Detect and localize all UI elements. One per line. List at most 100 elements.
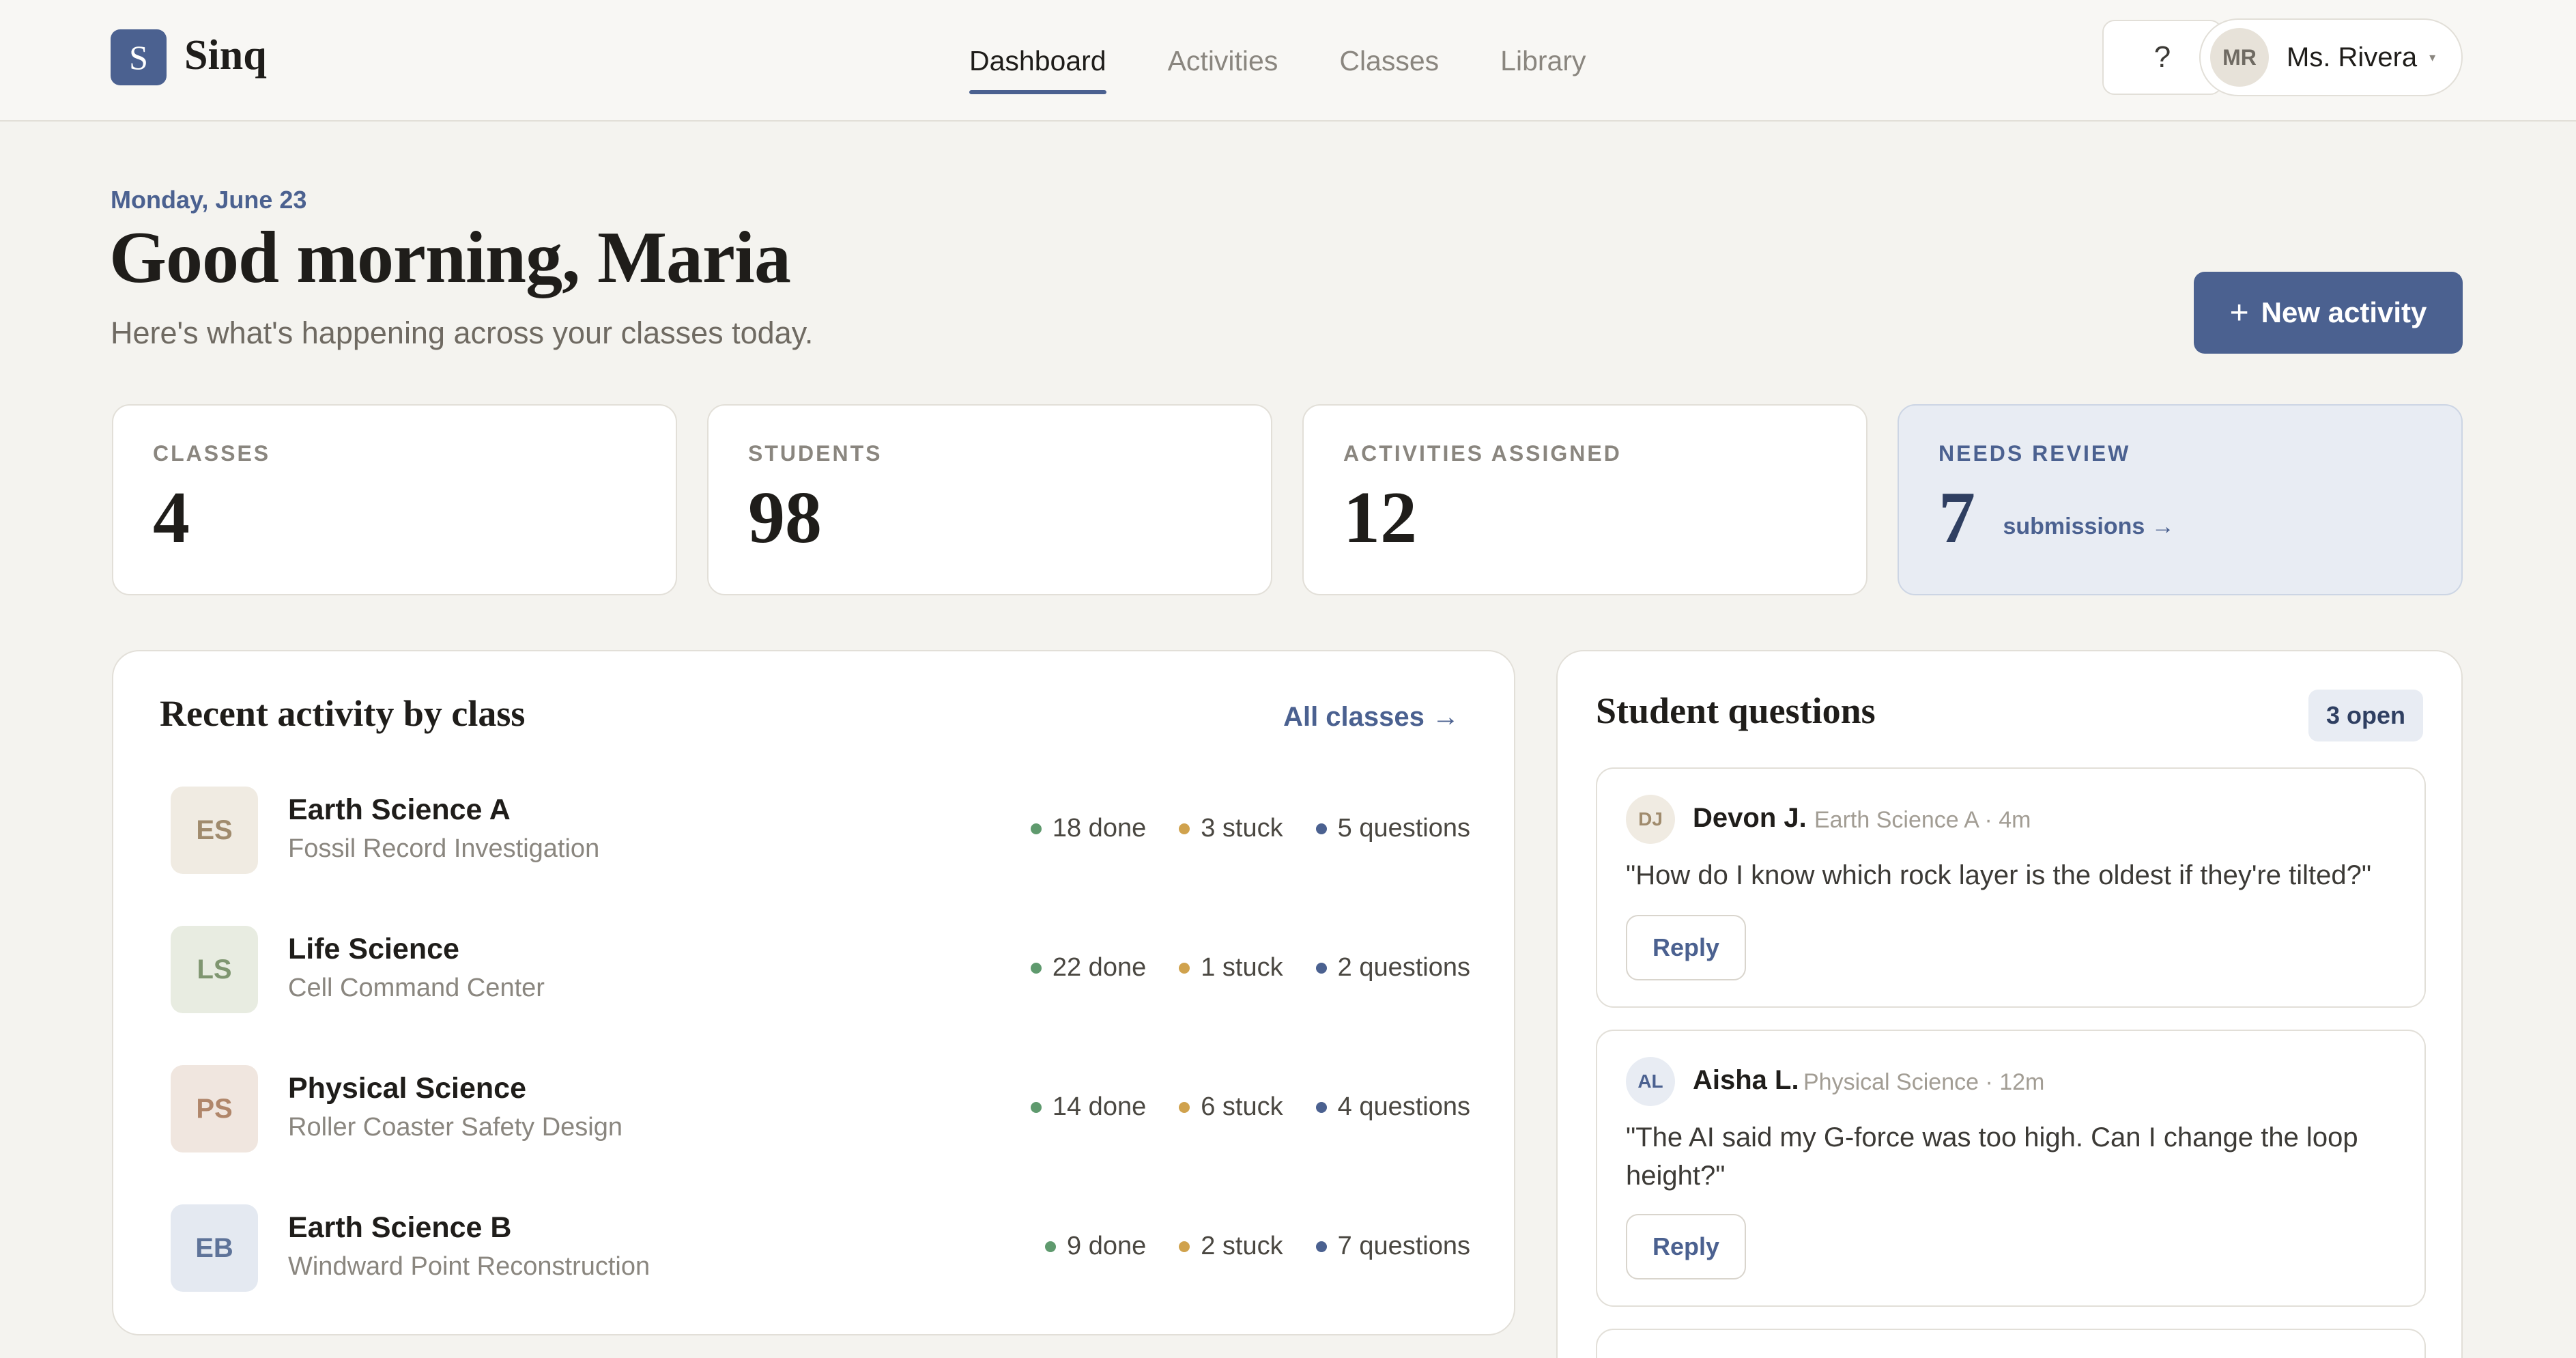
questions-dot-icon [1315, 1241, 1327, 1252]
avatar: DJ [1626, 795, 1675, 844]
nav-activities[interactable]: Activities [1168, 0, 1278, 122]
questions-dot-icon [1315, 962, 1327, 974]
done-dot-icon [1045, 1241, 1056, 1252]
class-row[interactable]: PS Physical Science Roller Coaster Safety … [171, 1065, 1470, 1154]
class-name: Physical Science [288, 1072, 526, 1105]
class-row[interactable]: LS Life Science Cell Command Center 22 done… [171, 926, 1470, 1015]
question-card: AL Aisha L. Physical Science · 12m "The … [1596, 1030, 2426, 1307]
questions-count: 5 questions [1315, 814, 1470, 843]
recent-activity-panel: Recent activity by class All classes → E… [112, 650, 1515, 1335]
stuck-dot-icon [1179, 1101, 1190, 1113]
question-meta: Earth Science A · 4m [1814, 807, 2031, 833]
class-name: Earth Science B [288, 1211, 512, 1244]
questions-label: 4 questions [1337, 1092, 1470, 1121]
done-dot-icon [1030, 823, 1042, 834]
class-activity-name: Fossil Record Investigation [288, 834, 600, 863]
done-count: 9 done [1045, 1232, 1146, 1261]
stat-label: ACTIVITIES ASSIGNED [1343, 441, 1622, 466]
new-activity-label: New activity [2261, 296, 2427, 328]
student-questions-panel: Student questions 3 open DJ Devon J. Ear… [1556, 650, 2463, 1358]
class-activity-name: Windward Point Reconstruction [288, 1252, 650, 1281]
stat-value: 7 [1938, 477, 1975, 558]
submissions-link[interactable]: submissions → [2003, 513, 2174, 540]
date-label: Monday, June 23 [111, 186, 307, 214]
class-initials-badge: PS [171, 1065, 258, 1152]
class-stats: 22 done 1 stuck 2 questions [1030, 953, 1470, 982]
app-name[interactable]: Sinq [184, 27, 267, 83]
main-nav: Dashboard Activities Classes Library [969, 0, 1586, 122]
done-label: 18 done [1052, 814, 1147, 843]
questions-count: 2 questions [1315, 953, 1470, 982]
question-meta: Physical Science · 12m [1803, 1069, 2045, 1095]
student-name: Devon J. [1693, 803, 1807, 833]
class-row[interactable]: EB Earth Science B Windward Point Reconstr… [171, 1204, 1470, 1293]
done-count: 14 done [1030, 1092, 1147, 1122]
open-count-badge: 3 open [2308, 690, 2423, 741]
question-card-partial [1596, 1329, 2426, 1358]
questions-label: 2 questions [1337, 953, 1470, 982]
stuck-count: 2 stuck [1179, 1232, 1283, 1261]
plus-icon: + [2229, 294, 2249, 331]
top-bar: S Sinq Dashboard Activities Classes Libr… [0, 0, 2576, 122]
avatar: AL [1626, 1057, 1675, 1106]
reply-button[interactable]: Reply [1626, 1214, 1746, 1279]
done-label: 9 done [1067, 1232, 1147, 1260]
stuck-dot-icon [1179, 962, 1190, 974]
panel-title: Recent activity by class [160, 693, 526, 734]
class-initials-badge: EB [171, 1204, 258, 1292]
stuck-label: 1 stuck [1201, 953, 1283, 982]
page-subtitle: Here's what's happening across your clas… [111, 315, 814, 350]
chevron-down-icon: ▾ [2429, 50, 2436, 64]
stuck-dot-icon [1179, 1241, 1190, 1252]
nav-dashboard[interactable]: Dashboard [969, 0, 1106, 122]
stat-value: 12 [1343, 477, 1417, 558]
user-menu-button[interactable]: MR Ms. Rivera ▾ [2199, 18, 2463, 96]
question-text: "The AI said my G-force was too high. Ca… [1626, 1122, 2358, 1191]
done-dot-icon [1030, 962, 1042, 974]
stat-value: 98 [748, 477, 822, 558]
done-dot-icon [1030, 1101, 1042, 1113]
question-text: "How do I know which rock layer is the o… [1626, 860, 2372, 890]
stuck-label: 2 stuck [1201, 1232, 1283, 1260]
all-classes-link[interactable]: All classes → [1283, 702, 1459, 733]
stat-card-classes: CLASSES 4 [112, 404, 677, 595]
class-stats: 14 done 6 stuck 4 questions [1030, 1092, 1470, 1122]
questions-dot-icon [1315, 823, 1327, 834]
stuck-label: 6 stuck [1201, 1092, 1283, 1121]
class-initials-badge: LS [171, 926, 258, 1013]
stat-label: CLASSES [153, 441, 271, 466]
stuck-count: 3 stuck [1179, 814, 1283, 843]
questions-label: 7 questions [1337, 1232, 1470, 1260]
class-initials-badge: ES [171, 787, 258, 874]
stat-value: 4 [153, 477, 190, 558]
questions-count: 4 questions [1315, 1092, 1470, 1122]
done-count: 18 done [1030, 814, 1147, 843]
class-row[interactable]: ES Earth Science A Fossil Record Investiga… [171, 787, 1470, 875]
logo-mark[interactable]: S [111, 29, 167, 85]
class-stats: 18 done 3 stuck 5 questions [1030, 814, 1470, 843]
stuck-dot-icon [1179, 823, 1190, 834]
class-name: Earth Science A [288, 793, 511, 826]
done-label: 22 done [1052, 953, 1147, 982]
panel-title: Student questions [1596, 690, 1876, 731]
class-name: Life Science [288, 933, 459, 965]
done-label: 14 done [1052, 1092, 1147, 1121]
stat-card-needs-review[interactable]: NEEDS REVIEW 7 submissions → [1898, 404, 2463, 595]
help-icon: ? [2153, 40, 2171, 74]
questions-label: 5 questions [1337, 814, 1470, 843]
question-card: DJ Devon J. Earth Science A · 4m "How do… [1596, 767, 2426, 1008]
questions-dot-icon [1315, 1101, 1327, 1113]
user-name: Ms. Rivera [2287, 42, 2418, 72]
stuck-count: 6 stuck [1179, 1092, 1283, 1122]
student-name: Aisha L. [1693, 1065, 1799, 1095]
class-activity-name: Roller Coaster Safety Design [288, 1113, 622, 1142]
stat-card-students: STUDENTS 98 [707, 404, 1272, 595]
done-count: 22 done [1030, 953, 1147, 982]
nav-library[interactable]: Library [1500, 0, 1586, 122]
page-title: Good morning, Maria [109, 217, 791, 298]
reply-button[interactable]: Reply [1626, 915, 1746, 980]
stuck-count: 1 stuck [1179, 953, 1283, 982]
nav-classes[interactable]: Classes [1339, 0, 1439, 122]
new-activity-button[interactable]: + New activity [2194, 272, 2463, 354]
stat-label: NEEDS REVIEW [1938, 441, 2131, 466]
